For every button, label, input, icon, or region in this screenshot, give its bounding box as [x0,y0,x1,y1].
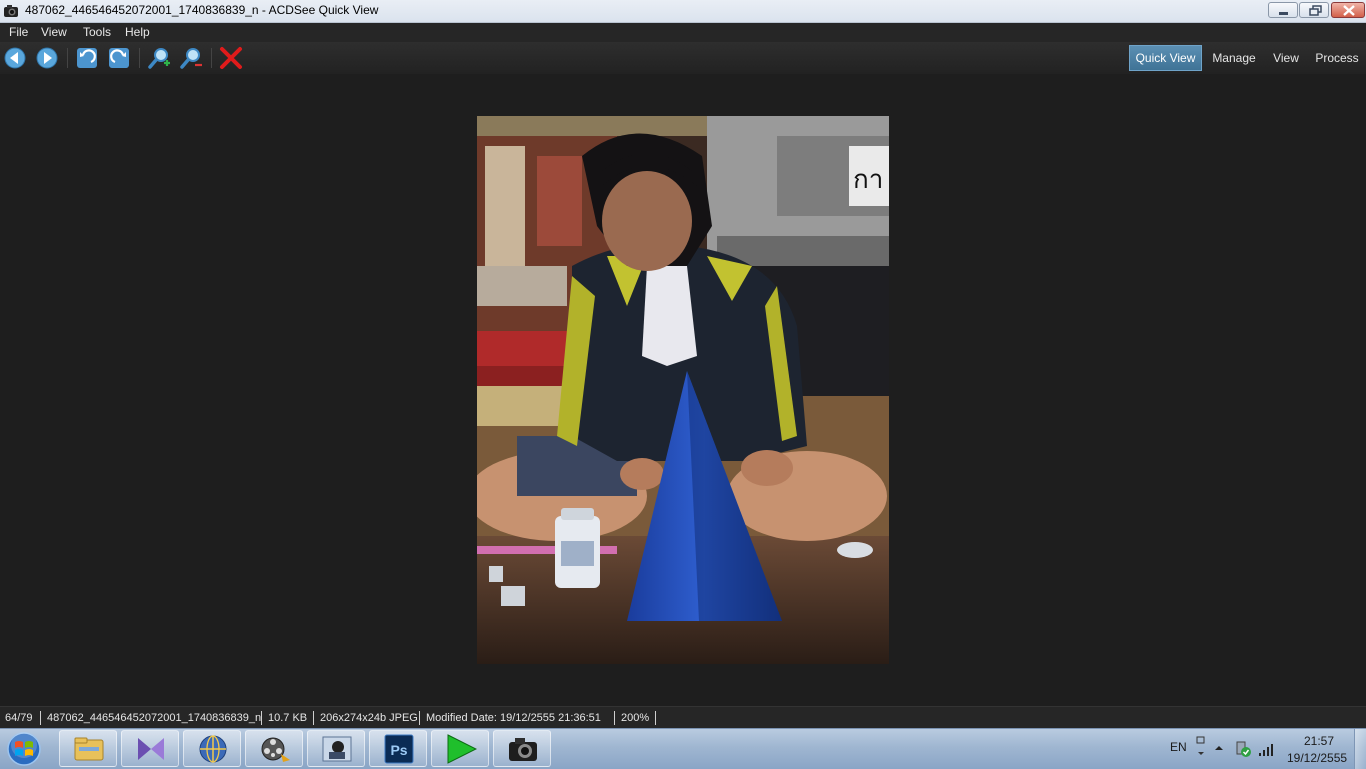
clock-date[interactable]: 19/12/2555 [1287,751,1347,765]
zoom-in-icon[interactable] [147,46,171,70]
svg-text:กา: กา [853,164,883,194]
status-modified-date: Modified Date: 19/12/2555 21:36:51 [426,712,601,724]
minimize-icon [1279,12,1288,15]
menu-tools[interactable]: Tools [83,25,111,39]
taskbar-acdsee[interactable] [493,730,551,767]
title-bar: 487062_446546452072001_1740836839_n - AC… [0,0,1366,23]
image-viewer[interactable]: กา [0,74,1366,706]
menu-bar: File View Tools Help [0,23,1366,42]
taskbar: Ps EN 21:57 19/12/2555 [0,728,1366,769]
mode-tab-view[interactable]: View [1266,45,1306,71]
toolbar-separator [139,48,140,68]
rotate-left-icon[interactable] [75,46,99,70]
photoshop-icon: Ps [384,734,414,764]
mode-tab-manage[interactable]: Manage [1205,45,1263,71]
camera-app-icon [322,736,352,762]
menu-file[interactable]: File [9,25,28,39]
language-indicator[interactable]: EN [1170,740,1187,754]
acdsee-app-icon [4,5,18,17]
toolbar-separator [67,48,68,68]
close-button[interactable] [1331,2,1365,18]
media-player-icon [447,734,477,764]
restore-button[interactable] [1299,2,1329,18]
status-zoom: 200% [621,712,650,724]
window-title: 487062_446546452072001_1740836839_n - AC… [25,3,379,17]
status-separator [313,711,314,725]
taskbar-photoshop[interactable]: Ps [369,730,427,767]
media-center-icon [261,737,290,762]
status-filename: 487062_446546452072001_1740836839_n [47,712,262,724]
show-desktop-button[interactable] [1354,729,1366,769]
taskbar-visual-studio[interactable] [121,730,179,767]
zoom-out-icon[interactable] [179,46,203,70]
taskbar-media-center[interactable] [245,730,303,767]
minimize-button[interactable] [1268,2,1298,18]
status-file-size: 10.7 KB [268,712,308,724]
status-separator [614,711,615,725]
system-tray: EN 21:57 19/12/2555 [1160,729,1366,769]
visual-studio-icon [138,738,164,760]
displayed-photo: กา [477,116,889,664]
next-icon[interactable] [35,46,59,70]
toolbar: Quick View Manage View Process [0,42,1366,74]
status-bar: 64/79 487062_446546452072001_1740836839_… [0,706,1366,729]
start-button[interactable] [4,730,44,768]
status-position: 64/79 [5,712,33,724]
acdsee-camera-icon [509,738,537,761]
network-globe-icon [199,735,227,763]
taskbar-media-player[interactable] [431,730,489,767]
show-hidden-icons-icon[interactable] [1214,743,1224,753]
delete-icon[interactable] [219,46,243,70]
taskbar-windows-explorer[interactable] [59,730,117,767]
taskbar-network-globe[interactable] [183,730,241,767]
status-separator [40,711,41,725]
previous-icon[interactable] [3,46,27,70]
restore-icon [1309,5,1322,16]
action-center-icon[interactable] [1234,739,1252,759]
taskbar-camera-app[interactable] [307,730,365,767]
rotate-right-icon[interactable] [107,46,131,70]
close-icon [1343,5,1355,16]
network-signal-icon[interactable] [1258,741,1276,757]
keyboard-layout-icon[interactable] [1196,736,1206,758]
status-separator [419,711,420,725]
mode-tab-process[interactable]: Process [1310,45,1364,71]
menu-help[interactable]: Help [125,25,150,39]
status-separator [261,711,262,725]
menu-view[interactable]: View [41,25,67,39]
photoshop-label: Ps [390,742,407,758]
status-dimensions: 206x274x24b JPEG [320,712,418,724]
mode-tab-quick-view[interactable]: Quick View [1129,45,1202,71]
toolbar-separator [211,48,212,68]
status-separator [655,711,656,725]
clock-time[interactable]: 21:57 [1304,734,1334,748]
windows-explorer-icon [74,737,104,761]
